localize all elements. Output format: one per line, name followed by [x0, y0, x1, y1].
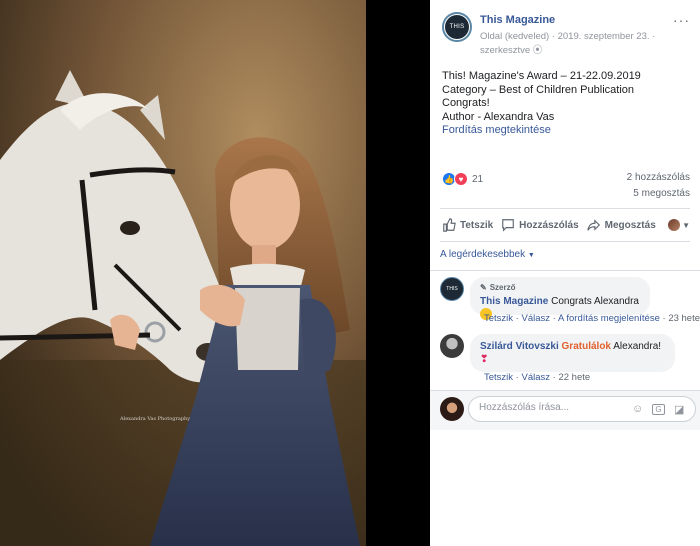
comment-text: Alexandra! [613, 341, 662, 352]
highlighted-word: Gratulálok [561, 341, 611, 352]
comment-sort-dropdown[interactable]: A legérdekesebbek ▼ [440, 249, 535, 260]
author-badge-label: Szerző [489, 283, 516, 292]
current-user-avatar [440, 397, 464, 421]
caret-down-icon: ▼ [527, 252, 535, 259]
comment-time[interactable]: 22 hete [558, 372, 590, 383]
watermark: Alexandra Vas Photography [119, 416, 190, 422]
heart-emoji-icon: ❣ [480, 354, 489, 365]
commenter-avatar[interactable]: THIS [440, 277, 464, 301]
post-action-bar: Tetszik Hozzászólás Megosztás ▼ [440, 208, 690, 242]
post-text: This! Magazine's Award – 21-22.09.2019 C… [442, 70, 692, 138]
post-photo[interactable]: Alexandra Vas Photography [0, 0, 366, 546]
comment-composer-area: ☺ G ◪ [430, 390, 700, 430]
sticker-icon[interactable]: ◪ [674, 403, 687, 416]
post-text-line: Category – Best of Children Publication [442, 83, 634, 96]
comment-reply-link[interactable]: Válasz [522, 313, 551, 324]
like-label: Tetszik [460, 219, 494, 231]
share-count[interactable]: 5 megosztás [633, 188, 690, 199]
comment-label: Hozzászólás [519, 219, 579, 231]
comment-bubble: Szilárd Vitovszki Gratulálok Alexandra! … [470, 334, 675, 372]
page-name[interactable]: This Magazine [480, 14, 555, 26]
pencil-icon: ✎ [480, 283, 487, 292]
commenter-name[interactable]: This Magazine [480, 296, 548, 307]
comment-reply-link[interactable]: Válasz [522, 372, 551, 383]
post-meta-line1: Oldal (kedveled) · 2019. szeptember 23. … [480, 31, 656, 42]
thumbs-up-icon [443, 218, 456, 232]
post-text-line: This! Magazine's Award – 21-22.09.2019 [442, 70, 641, 82]
see-translation-link[interactable]: Fordítás megtekintése [442, 124, 692, 138]
reaction-count[interactable]: 21 [472, 174, 483, 185]
commenter-avatar[interactable] [440, 334, 464, 358]
comment-body: Szilárd Vitovszki Gratulálok Alexandra! [480, 340, 665, 353]
show-translation-link[interactable]: A fordítás megjelenítése [558, 313, 660, 324]
caret-down-icon: ▼ [682, 220, 690, 230]
comment-input[interactable] [479, 402, 619, 413]
commenter-name[interactable]: Szilárd Vitovszki [480, 341, 559, 352]
comment-actions: Tetszik · Válasz · 22 hete [484, 372, 591, 383]
comment-text: Congrats Alexandra [551, 296, 639, 307]
current-user-avatar [668, 219, 681, 231]
page-avatar[interactable]: THIS [442, 12, 472, 42]
gif-icon[interactable]: G [652, 404, 665, 415]
comment-count[interactable]: 2 hozzászólás [627, 172, 690, 183]
post-as-selector[interactable]: ▼ [668, 219, 690, 231]
page-avatar-logo: THIS [445, 15, 469, 39]
post-header: THIS This Magazine Oldal (kedveled) · 20… [442, 12, 692, 56]
comment-bubble: ✎ Szerző This Magazine Congrats Alexandr… [470, 277, 650, 320]
reaction-icons[interactable]: 👍 ♥ 21 [442, 172, 483, 186]
comment-composer[interactable]: ☺ G ◪ [468, 396, 696, 422]
comment-emoji-line: ❣ [480, 353, 665, 366]
viewer: Alexandra Vas Photography THIS This Maga… [0, 0, 700, 546]
girl-with-horse-image: Alexandra Vas Photography [0, 0, 366, 546]
comment-actions: Tetszik · Válasz · A fordítás megjelenít… [484, 313, 700, 324]
edited-label[interactable]: szerkesztve [480, 45, 530, 56]
post-text-line: Congrats! [442, 97, 490, 109]
post-meta: Oldal (kedveled) · 2019. szeptember 23. … [480, 30, 660, 58]
comment-icon [502, 219, 514, 232]
more-options-button[interactable]: ··· [673, 12, 690, 28]
photo-letterbox [366, 0, 430, 546]
sort-label: A legérdekesebbek [440, 249, 526, 260]
comment-like-link[interactable]: Tetszik [484, 313, 513, 324]
divider [430, 270, 700, 271]
reaction-summary: 👍 ♥ 21 2 hozzászólás 5 megosztás [442, 172, 690, 208]
post-sidebar: THIS This Magazine Oldal (kedveled) · 20… [430, 0, 700, 546]
author-badge: ✎ Szerző [480, 283, 640, 292]
share-label: Megosztás [604, 219, 656, 231]
share-icon [586, 219, 600, 231]
globe-icon: ⦿ [532, 45, 543, 56]
comment-time[interactable]: 23 hete [668, 313, 700, 324]
like-button[interactable]: Tetszik [442, 218, 493, 232]
emoji-icon[interactable]: ☺ [632, 403, 645, 416]
comment-button[interactable]: Hozzászólás [501, 218, 579, 232]
comment-like-link[interactable]: Tetszik [484, 372, 513, 383]
love-reaction-icon: ♥ [454, 172, 468, 186]
post-text-line: Author - Alexandra Vas [442, 110, 555, 123]
share-button[interactable]: Megosztás [586, 218, 656, 232]
